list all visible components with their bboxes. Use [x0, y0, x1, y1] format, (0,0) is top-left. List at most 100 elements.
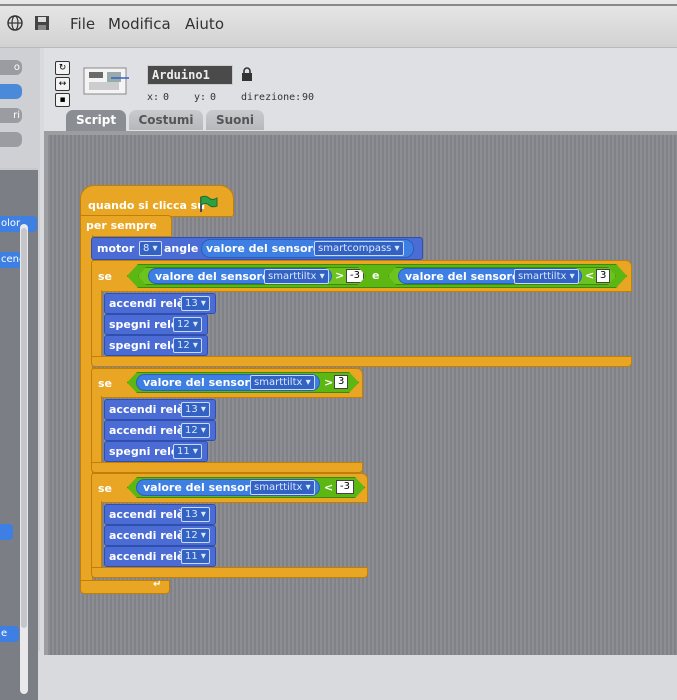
palette-scrollbar-thumb[interactable] [21, 228, 27, 628]
category-button-1[interactable]: o [0, 60, 22, 75]
motor-port-dropdown[interactable]: 8 ▾ [139, 241, 162, 256]
x-value: 0 [163, 92, 170, 103]
relay-2-3-label: spegni relè [109, 445, 179, 458]
relay-block-1-3[interactable]: spegni relè 12 ▾ [104, 335, 208, 356]
relay-2-3-dropdown[interactable]: 11 ▾ [173, 444, 202, 459]
less-than-operator-3[interactable]: valore del sensore smarttiltx ▾ < -3 [127, 477, 365, 498]
relay-block-2-1[interactable]: accendi relè 13 ▾ [104, 399, 216, 420]
relay-2-1-label: accendi relè [109, 403, 185, 416]
if-1-left-sensor-label: valore del sensore [155, 270, 270, 283]
if-2-label: se [98, 377, 113, 390]
lock-icon[interactable] [241, 67, 253, 81]
if-block-3[interactable]: se valore del sensore smarttiltx ▾ < -3 [91, 473, 368, 503]
category-button-3[interactable]: ri [0, 108, 22, 123]
if-1-right-sensor-value: smarttiltx [518, 271, 567, 282]
relay-block-3-1[interactable]: accendi relè 13 ▾ [104, 504, 216, 525]
globe-icon[interactable] [7, 15, 23, 31]
if-3-sensor-dropdown[interactable]: smarttiltx ▾ [250, 480, 315, 495]
if-block-3-arm [91, 501, 102, 567]
relay-2-1-dropdown[interactable]: 13 ▾ [181, 402, 210, 417]
relay-block-2-2[interactable]: accendi relè 12 ▾ [104, 420, 216, 441]
relay-block-1-2[interactable]: spegni relè 12 ▾ [104, 314, 208, 335]
menu-help[interactable]: Aiuto [185, 15, 224, 33]
rotate-style-button[interactable]: ↻ [55, 61, 70, 75]
palette-block-4[interactable]: e [0, 626, 19, 642]
relay-1-1-dropdown[interactable]: 13 ▾ [181, 296, 210, 311]
if-3-value[interactable]: -3 [336, 480, 354, 494]
motor-sensor-reporter[interactable]: valore del sensore smartcompass ▾ [201, 239, 414, 258]
if-2-sensor-dropdown[interactable]: smarttiltx ▾ [250, 375, 315, 390]
if-block-1[interactable]: se valore del sensore smarttiltx ▾ > -3 … [91, 260, 632, 292]
if-3-sensor-value: smarttiltx [254, 482, 303, 493]
if-1-right-sensor-label: valore del sensore [405, 270, 520, 283]
save-icon[interactable] [34, 15, 50, 31]
when-flag-clicked-block[interactable]: quando si clicca su [80, 185, 234, 217]
relay-2-2-label: accendi relè [109, 424, 185, 437]
if-3-op: < [324, 481, 334, 494]
if-block-1-footer [91, 356, 632, 367]
sprite-header: ↻ ↔ ▪ Arduino1 x: 0 y: 0 direzione: 90 S… [44, 48, 677, 132]
tab-costumes[interactable]: Costumi [129, 110, 203, 130]
palette-area [0, 168, 38, 700]
motor-label: motor [97, 242, 135, 255]
if-1-label: se [98, 270, 113, 283]
if-3-sensor-label: valore del sensore [143, 481, 258, 494]
relay-1-3-dropdown[interactable]: 12 ▾ [173, 338, 202, 353]
motor-port-value: 8 [143, 243, 150, 254]
flip-style-button[interactable]: ↔ [55, 77, 70, 91]
no-rotate-button[interactable]: ▪ [55, 93, 70, 107]
and-operator[interactable]: valore del sensore smarttiltx ▾ > -3 e v… [127, 264, 627, 288]
relay-3-2-pin: 12 [185, 530, 198, 541]
relay-3-3-dropdown[interactable]: 11 ▾ [181, 549, 210, 564]
y-value: 0 [210, 92, 217, 103]
if-2-value[interactable]: 3 [334, 375, 348, 389]
block-palette: o ri olor ceno e [0, 48, 40, 700]
category-button-2[interactable] [0, 84, 22, 99]
greater-than-operator-2[interactable]: valore del sensore smarttiltx ▾ > 3 [127, 372, 359, 393]
if-1-right-value[interactable]: 3 [596, 269, 610, 283]
menu-bar-divider [0, 4, 677, 6]
motor-sensor-label: valore del sensore [206, 242, 321, 255]
relay-2-2-dropdown[interactable]: 12 ▾ [181, 423, 210, 438]
menu-file[interactable]: File [70, 15, 95, 33]
relay-2-3-pin: 11 [177, 446, 190, 457]
less-than-operator-1[interactable]: valore del sensore smarttiltx ▾ < 3 [388, 267, 616, 285]
if-block-2[interactable]: se valore del sensore smarttiltx ▾ > 3 [91, 368, 363, 398]
relay-3-1-dropdown[interactable]: 13 ▾ [181, 507, 210, 522]
forever-block-footer: ↵ [80, 579, 170, 594]
category-button-4[interactable] [0, 132, 22, 147]
relay-block-3-2[interactable]: accendi relè 12 ▾ [104, 525, 216, 546]
relay-1-2-dropdown[interactable]: 12 ▾ [173, 317, 202, 332]
if-2-sensor-label: valore del sensore [143, 376, 258, 389]
palette-block-3[interactable] [0, 524, 13, 540]
motor-sensor-dropdown[interactable]: smartcompass ▾ [314, 241, 404, 256]
relay-block-3-3[interactable]: accendi relè 11 ▾ [104, 546, 216, 567]
relay-1-3-pin: 12 [177, 340, 190, 351]
sprite-thumbnail[interactable] [81, 64, 131, 98]
greater-than-operator-1[interactable]: valore del sensore smarttiltx ▾ > -3 [138, 267, 366, 285]
if-1-left-value[interactable]: -3 [346, 269, 364, 283]
motor-block[interactable]: motor 8 ▾ angle valore del sensore smart… [91, 237, 423, 260]
if-block-3-footer [91, 567, 368, 578]
relay-1-3-label: spegni relè [109, 339, 179, 352]
if-block-2-footer [91, 462, 363, 473]
forever-block[interactable]: per sempre [80, 215, 172, 237]
relay-block-2-3[interactable]: spegni relè 11 ▾ [104, 441, 208, 462]
if-1-left-sensor-dropdown[interactable]: smarttiltx ▾ [264, 269, 329, 284]
tab-sounds[interactable]: Suoni [206, 110, 264, 130]
if-1-right-sensor-dropdown[interactable]: smarttiltx ▾ [514, 269, 579, 284]
tab-script[interactable]: Script [66, 110, 126, 132]
script-area[interactable]: quando si clicca su per sempre ↵ motor 8… [44, 131, 677, 655]
if-3-sensor[interactable]: valore del sensore smarttiltx ▾ [136, 479, 320, 496]
menu-edit[interactable]: Modifica [108, 15, 171, 33]
palette-block-1[interactable]: olor [0, 216, 37, 232]
relay-1-1-pin: 13 [185, 298, 198, 309]
if-1-left-sensor[interactable]: valore del sensore smarttiltx ▾ [148, 268, 332, 284]
loop-arrow-icon: ↵ [153, 579, 162, 590]
relay-3-2-label: accendi relè [109, 529, 185, 542]
if-1-right-sensor[interactable]: valore del sensore smarttiltx ▾ [398, 268, 582, 284]
relay-3-2-dropdown[interactable]: 12 ▾ [181, 528, 210, 543]
if-2-sensor[interactable]: valore del sensore smarttiltx ▾ [136, 374, 320, 391]
relay-block-1-1[interactable]: accendi relè 13 ▾ [104, 293, 216, 314]
sprite-name-field[interactable]: Arduino1 [147, 65, 233, 85]
